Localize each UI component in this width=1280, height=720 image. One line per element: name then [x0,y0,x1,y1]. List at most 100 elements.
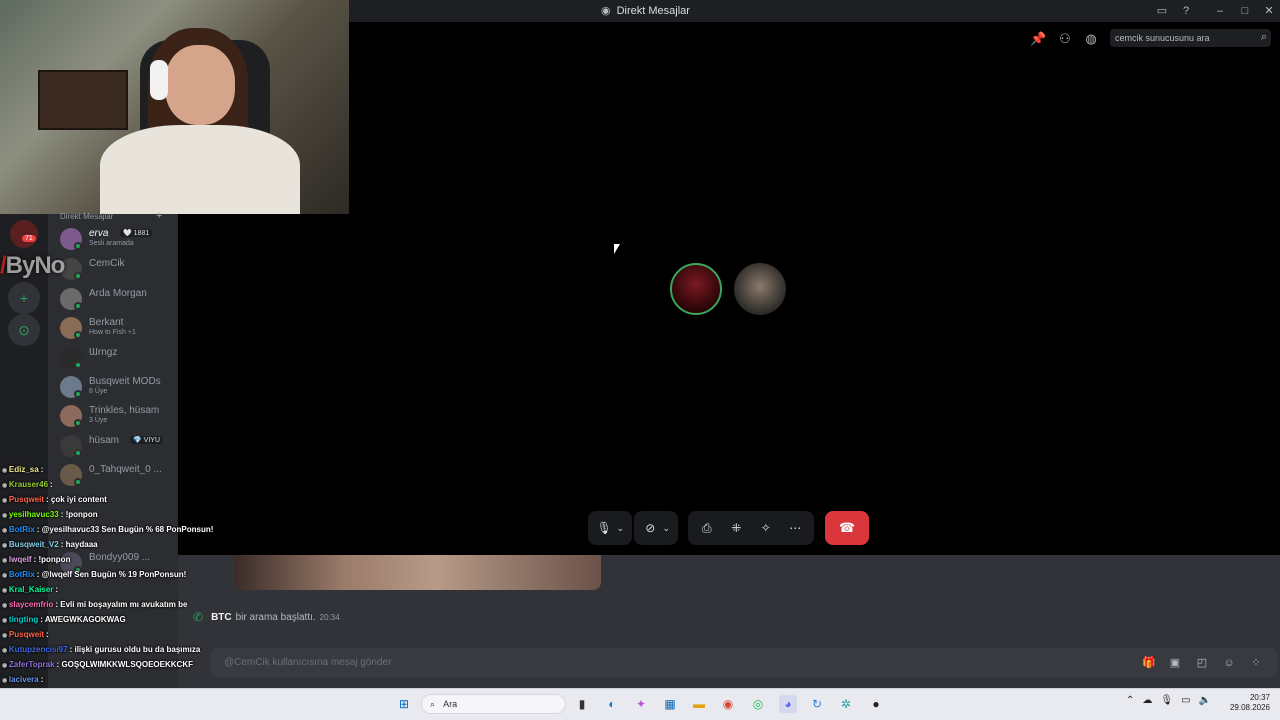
dm-subtitle: How to Fish +1 [89,329,136,336]
profile-icon[interactable]: ◍ [1083,31,1099,47]
dm-badge: 🤍 1881 [120,229,153,237]
camera-group: ⊘ ⌄ [634,511,678,545]
chat-username: Ediz_sa [8,465,39,474]
chevron-down-icon[interactable]: ⌄ [616,523,624,534]
add-friends-icon[interactable]: ⚇ [1057,31,1073,47]
window-title: ◉ Direkt Mesajlar [601,4,690,18]
minimize-icon[interactable]: – [1213,4,1227,18]
copilot-icon[interactable]: ✦ [632,695,650,713]
microphone-icon[interactable]: 🎙 [1160,695,1173,706]
chrome-icon[interactable]: ◉ [719,695,737,713]
inbox-icon[interactable]: ▭ [1155,4,1169,18]
add-server-icon[interactable]: + [8,282,40,314]
file-explorer-icon[interactable]: ▬ [690,695,708,713]
end-call-button[interactable]: ☎ [825,511,869,545]
chat-username: lwqelf [8,555,32,564]
cloud-icon[interactable]: ☁ [1142,695,1152,706]
display-icon[interactable]: ▭ [1181,695,1190,706]
microphone-group: 🎙 ⌄ [588,511,632,545]
more-icon[interactable]: ⋯ [785,521,807,535]
status-dot [74,331,82,339]
search-input[interactable]: cemcik sunucusunu ara ⌕ [1110,29,1271,47]
soundboard-icon[interactable]: ✧ [755,521,777,535]
app-icon[interactable]: ✲ [837,695,855,713]
discord-icon[interactable]: ◕ [779,695,797,713]
dm-name: Trinkles, hüsam [89,405,160,416]
webcam-headphones [150,60,168,100]
activities-icon[interactable]: ⁜ [726,521,748,535]
chat-text: !ponpon [65,510,98,519]
chat-username: tingting [8,615,39,624]
server-avatar[interactable] [10,220,38,248]
camera-off-icon[interactable]: ⊘ [642,521,658,535]
sticker-icon[interactable]: ◰ [1195,656,1209,670]
user-badge-icon: ◉ [2,648,9,654]
stream-chat-overlay: ◉ Ediz_sa: ◉ Krauser46: ◉ Pusqweit: çok … [0,465,230,720]
chat-username: Krauser46 [8,480,49,489]
dm-name: erva [89,228,109,239]
emoji-icon[interactable]: ☺ [1222,656,1236,670]
chat-line: ◉ yesilhavuc33: !ponpon [2,510,98,519]
close-icon[interactable]: ✕ [1262,4,1276,18]
chat-username: Kutupzencisi97 [8,645,68,654]
discover-icon[interactable]: ⊙ [8,314,40,346]
clock-time: 20:37 [1249,693,1270,702]
user-badge-icon: ◉ [2,468,9,474]
dm-header: Direkt Mesajlar [60,212,114,221]
gift-icon[interactable]: 🎁 [1142,656,1156,670]
chevron-down-icon[interactable]: ⌄ [662,523,670,534]
chat-separator: : [55,585,59,594]
store-icon[interactable]: ▦ [661,695,679,713]
dm-item[interactable]: Ɯrngz [56,345,176,371]
gif-icon[interactable]: ▣ [1168,656,1182,670]
chat-line: ◉ Ediz_sa: [2,465,43,474]
taskbar-search[interactable]: ⌕ Ara [421,694,566,714]
chat-separator: : [40,675,44,684]
dm-name: Berkant [89,317,124,328]
status-dot [74,361,82,369]
dm-item[interactable]: Busqweit MODs 8 Üye [56,374,176,400]
dm-item[interactable]: Berkant How to Fish +1 [56,315,176,341]
status-dot [74,242,82,250]
chevron-up-icon[interactable]: ⌃ [1126,695,1134,706]
search-icon: ⌕ [430,699,436,709]
mouse-cursor [614,244,620,254]
message-input[interactable]: @CemCik kullanıcısına mesaj gönder [210,648,1278,678]
dm-item[interactable]: erva 🤍 1881 Sesli aramada [56,226,176,252]
task-view-icon[interactable]: ▮ [573,695,591,713]
edge-icon[interactable]: ◐ [603,695,621,713]
status-dot [74,302,82,310]
taskbar-clock[interactable]: 20:37 29.08.2026 [1226,693,1270,713]
apps-icon[interactable]: ⁘ [1249,656,1263,670]
chat-line: ◉ Kutupzencisi97: ilişki gurusu oldu bu … [2,645,200,654]
user-badge-icon: ◉ [2,498,9,504]
volume-icon[interactable]: 🔈 [1199,695,1211,706]
dm-item[interactable]: Trinkles, hüsam 3 Üye [56,403,176,429]
webcam-person-face [165,45,235,125]
chat-text: AWEGWKAGOKWAG [44,615,126,624]
screen-share-icon[interactable]: ⎙ [696,521,718,536]
chat-line: ◉ Kral_Kaiser: [2,585,58,594]
pin-icon[interactable]: 📌 [1030,31,1046,47]
system-tray: ⌃ ☁ 🎙 ▭ 🔈 [1126,695,1211,706]
taskbar-search-label: Ara [443,699,458,709]
maximize-icon[interactable]: □ [1238,4,1252,18]
clock-date: 29.08.2026 [1229,703,1270,712]
dm-item[interactable]: Arda Morgan [56,286,176,312]
microphone-icon[interactable]: 🎙 [596,521,612,535]
call-participant-avatar[interactable] [734,263,786,315]
actions-group: ⎙ ⁜ ✧ ⋯ [688,511,814,545]
help-icon[interactable]: ? [1179,4,1193,18]
dm-subtitle: 8 Üye [89,388,108,395]
windows-start-icon[interactable]: ⊞ [395,695,413,713]
dm-badge: 💎 VIYU [130,436,163,444]
app-icon[interactable]: ↻ [808,695,826,713]
add-dm-icon[interactable]: + [156,210,162,222]
user-badge-icon: ◉ [2,678,9,684]
dm-item[interactable]: hüsam 💎 VIYU [56,433,176,459]
chat-line: ◉ lacivera: [2,675,43,684]
spotify-icon[interactable]: ◎ [749,695,767,713]
obs-icon[interactable]: ● [867,695,885,713]
screen-share-preview[interactable] [234,555,601,590]
call-participant-avatar[interactable] [670,263,722,315]
